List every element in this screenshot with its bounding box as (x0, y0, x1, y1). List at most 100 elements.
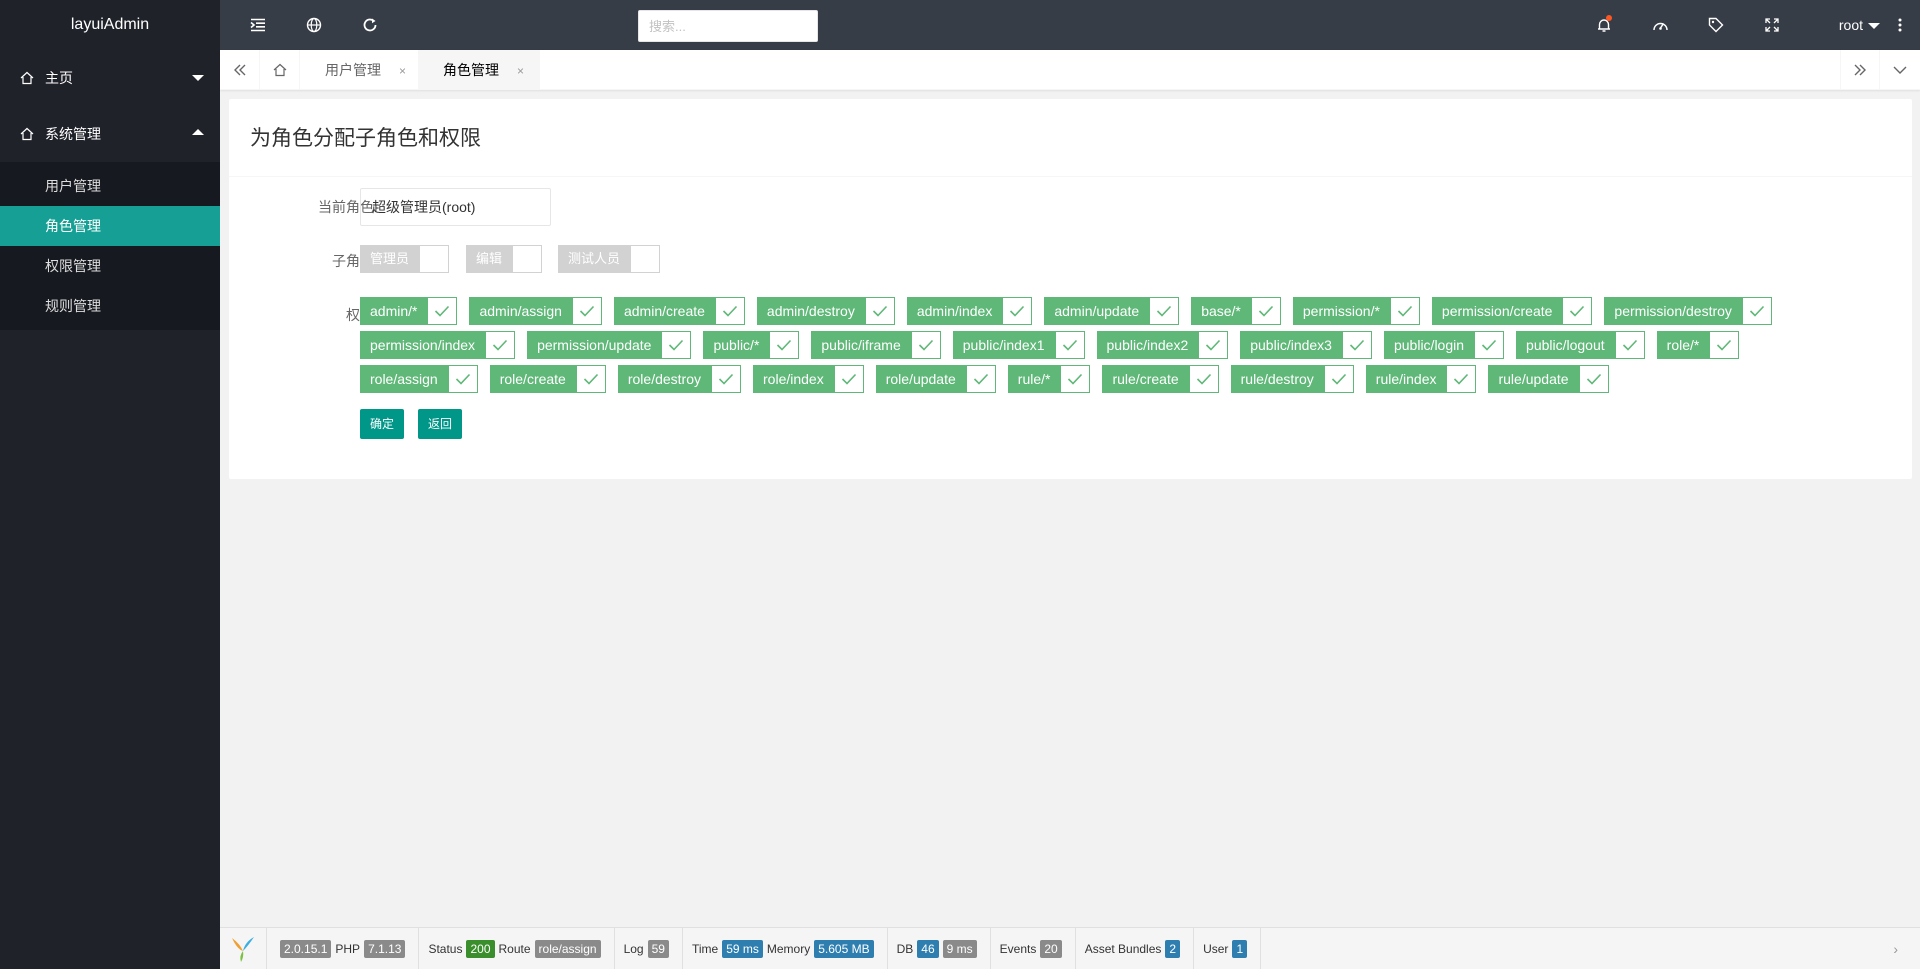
check-icon (841, 373, 856, 385)
checkbox-box (864, 297, 895, 325)
check-icon (1481, 339, 1497, 351)
sidebar-item-permissions[interactable]: 权限管理 (0, 246, 220, 286)
permission-checkbox[interactable]: public/index3 (1240, 331, 1372, 359)
tabs-menu-button[interactable] (1880, 50, 1920, 90)
current-role-field[interactable]: 超级管理员(root) (360, 188, 551, 226)
tab-label: 用户管理 (325, 62, 381, 78)
permission-checkbox[interactable]: public/login (1383, 331, 1505, 359)
debug-db[interactable]: DB 46 9 ms (888, 927, 991, 969)
sidebar-group-system[interactable]: 系统管理 (0, 106, 220, 162)
sub-role-checkbox[interactable]: 管理员 (360, 245, 450, 273)
permission-checkbox[interactable]: role/index (753, 365, 864, 393)
permission-checkbox[interactable]: public/index2 (1096, 331, 1229, 359)
tab-users[interactable]: 用户管理 × (300, 50, 423, 91)
permission-checkbox[interactable]: role/destroy (617, 365, 742, 393)
permission-checkbox[interactable]: admin/assign (469, 297, 602, 325)
checkbox-label: base/* (1191, 297, 1251, 325)
search-input[interactable] (638, 10, 818, 42)
notes-button[interactable] (1696, 0, 1736, 50)
fullscreen-button[interactable] (1752, 0, 1792, 50)
bundles-label: Asset Bundles (1084, 941, 1162, 956)
check-icon (1196, 373, 1211, 385)
theme-button[interactable] (1640, 0, 1680, 50)
checkbox-box (714, 297, 745, 325)
tabs-scroll-right-button[interactable] (1840, 50, 1880, 90)
permission-checkbox[interactable]: role/assign (360, 365, 478, 393)
sidebar-group-home[interactable]: 主页 (0, 50, 220, 106)
sidebar-item-users[interactable]: 用户管理 (0, 166, 220, 206)
checkbox-box (1060, 365, 1091, 393)
debug-profiling[interactable]: Time 59 ms Memory 5.605 MB (683, 927, 888, 969)
check-icon (579, 305, 595, 317)
yii-logo[interactable] (220, 927, 267, 969)
permission-checkbox[interactable]: public/* (703, 331, 800, 359)
website-button[interactable] (294, 0, 334, 50)
home-icon (20, 71, 34, 85)
double-chevron-right-icon (1854, 64, 1866, 76)
checkbox-label: rule/update (1488, 365, 1579, 393)
checkbox-box (833, 365, 864, 393)
sidebar-item-roles[interactable]: 角色管理 (0, 206, 220, 246)
notifications-button[interactable] (1584, 0, 1624, 50)
checkbox-label: admin/destroy (756, 297, 865, 325)
permission-checkbox[interactable]: role/update (875, 365, 996, 393)
confirm-button[interactable]: 确定 (360, 409, 405, 439)
checkbox-label: permission/update (527, 331, 662, 359)
checkbox-box (769, 331, 800, 359)
checkbox-label: admin/create (613, 297, 715, 325)
permission-checkbox[interactable]: permission/destroy (1604, 297, 1772, 325)
permission-checkbox[interactable]: role/* (1656, 331, 1740, 359)
debug-user[interactable]: User 1 (1194, 927, 1262, 969)
debug-assets[interactable]: Asset Bundles 2 (1076, 927, 1195, 969)
permission-checkbox[interactable]: permission/index (360, 331, 516, 359)
toolbar-toggle-icon[interactable]: › (1893, 941, 1898, 957)
permission-checkbox[interactable]: role/create (489, 365, 606, 393)
permission-checkbox[interactable]: public/index1 (952, 331, 1085, 359)
home-tab[interactable] (260, 50, 300, 90)
refresh-button[interactable] (350, 0, 390, 50)
check-icon (435, 305, 450, 317)
close-icon[interactable]: × (517, 51, 524, 91)
permission-checkbox[interactable]: rule/index (1365, 365, 1477, 393)
debug-toolbar: 2.0.15.1 PHP 7.1.13 Status 200 Route role/ass… (220, 927, 1920, 969)
more-button[interactable] (1880, 0, 1920, 50)
check-icon (492, 339, 508, 351)
permission-checkbox[interactable]: public/logout (1516, 331, 1645, 359)
permission-checkbox[interactable]: public/iframe (811, 331, 941, 359)
sub-role-checkbox[interactable]: 编辑 (466, 245, 543, 273)
permission-checkbox[interactable]: admin/index (906, 297, 1033, 325)
checkbox-box (1188, 365, 1219, 393)
permission-checkbox[interactable]: admin/* (360, 297, 458, 325)
permission-checkbox[interactable]: permission/create (1431, 297, 1593, 325)
sub-role-checkbox[interactable]: 测试人员 (558, 245, 661, 273)
close-icon[interactable]: × (399, 51, 406, 91)
menu-toggle-button[interactable] (238, 0, 278, 50)
permission-checkbox[interactable]: rule/update (1488, 365, 1609, 393)
permission-checkbox[interactable]: rule/destroy (1230, 365, 1354, 393)
check-icon (1010, 305, 1025, 317)
debug-events[interactable]: Events 20 (991, 927, 1076, 969)
permission-checkbox[interactable]: permission/update (527, 331, 692, 359)
permission-checkbox[interactable]: rule/* (1007, 365, 1091, 393)
debug-log[interactable]: Log 59 (615, 927, 683, 969)
user-menu[interactable]: root (1839, 0, 1880, 50)
permission-checkbox[interactable]: admin/destroy (756, 297, 895, 325)
checkbox-label: rule/index (1365, 365, 1447, 393)
tab-roles[interactable]: 角色管理 × (418, 50, 541, 91)
permission-checkbox[interactable]: admin/update (1044, 297, 1180, 325)
debug-request[interactable]: Status 200 Route role/assign (419, 927, 615, 969)
permission-checkbox[interactable]: rule/create (1102, 365, 1219, 393)
checkbox-box (1578, 365, 1609, 393)
sidebar-item-rules[interactable]: 规则管理 (0, 286, 220, 326)
php-version-badge: 7.1.13 (364, 939, 406, 958)
permission-checkbox[interactable]: permission/* (1292, 297, 1420, 325)
checkbox-box (1474, 331, 1505, 359)
debug-version[interactable]: 2.0.15.1 PHP 7.1.13 (267, 927, 420, 969)
permission-checkbox[interactable]: base/* (1191, 297, 1281, 325)
back-button[interactable]: 返回 (418, 409, 463, 439)
status-label: Status (428, 941, 463, 956)
permission-checkbox[interactable]: admin/create (613, 297, 745, 325)
checkbox-box (1562, 297, 1593, 325)
tabs-scroll-left-button[interactable] (220, 50, 260, 90)
check-icon (1331, 373, 1346, 385)
